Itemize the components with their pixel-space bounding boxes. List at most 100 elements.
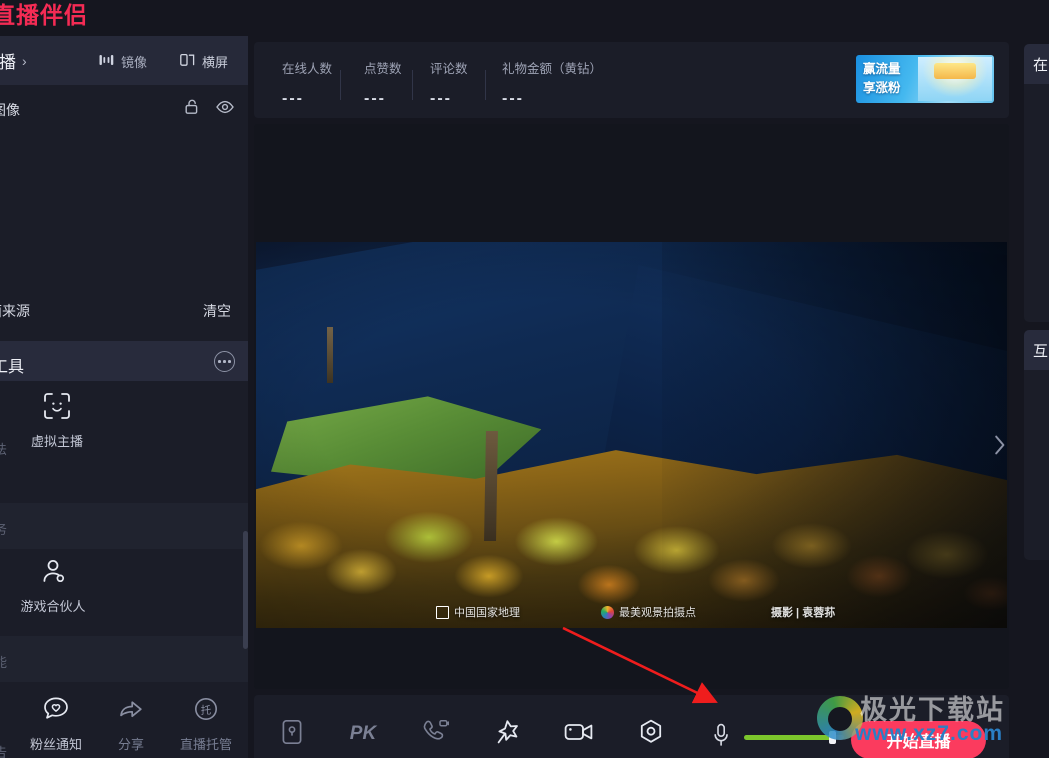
eye-icon[interactable] (216, 100, 234, 119)
toolbar-item-pk[interactable]: PK 连线对战 (330, 716, 396, 758)
promo-line-2: 享涨粉 (863, 81, 901, 95)
face-scan-icon (20, 391, 94, 421)
promo-text: 赢流量 享涨粉 (863, 60, 901, 98)
stat-value: --- (364, 90, 386, 107)
toolbar-item-settings[interactable]: 设置 (618, 716, 684, 758)
image-watermark-right: 摄影 | 袁蓉荪 (771, 604, 835, 620)
red-packet-icon (259, 716, 325, 748)
right-panel-tab-interaction[interactable]: 互 (1024, 330, 1049, 370)
svg-text:托: 托 (201, 703, 212, 716)
share-icon (94, 694, 168, 724)
right-panel-tab-online[interactable]: 在 (1024, 44, 1049, 84)
svg-text:PK: PK (350, 723, 378, 744)
more-dots-icon[interactable] (214, 351, 235, 372)
stat-divider (340, 70, 341, 100)
mirror-button[interactable]: 镜像 (99, 52, 147, 71)
unlock-icon[interactable] (184, 99, 199, 120)
image-layer-label: 图像 (0, 102, 20, 118)
mirror-icon (99, 53, 114, 70)
scene-source-label: 面来源 (0, 303, 30, 319)
gear-icon (618, 716, 684, 748)
phone-video-icon (402, 716, 468, 748)
live-scene-label-group[interactable]: 直播 › (0, 48, 27, 73)
stat-gift-amount: 礼物金额（黄钻） --- (502, 58, 602, 108)
image-layer-actions (184, 99, 234, 120)
right-panel: 在 互 (1011, 36, 1049, 758)
stat-value: --- (430, 90, 452, 107)
stat-divider (485, 70, 486, 100)
heart-chat-icon (19, 694, 93, 724)
left-panel-scrollbar[interactable] (243, 531, 248, 649)
stat-divider (412, 70, 413, 100)
toolbar-item-red-packet[interactable]: 红包 (259, 716, 325, 758)
tool-label: 粉丝通知 (29, 737, 82, 752)
image-watermark-left: 中国国家地理 (436, 604, 520, 620)
promo-art (918, 57, 992, 101)
person-icon (16, 556, 90, 586)
right-panel-tab-label: 互 (1033, 342, 1049, 360)
landscape-label: 横屏 (202, 55, 229, 70)
tools-grid-row-3: 告 粉丝通知 分享 托 直播托管 (0, 676, 248, 758)
tools-grid-row-2: 游戏合伙人 (0, 534, 248, 644)
tool-item-virtual-host[interactable]: 虚拟主播 (20, 391, 94, 450)
preview-canvas[interactable]: 中国国家地理 最美观景拍摄点 摄影 | 袁蓉荪 (254, 124, 1009, 689)
scene-source-row: 面来源 清空 (0, 285, 248, 335)
cng-logo-icon (436, 605, 449, 619)
tool-item-game-partner[interactable]: 游戏合伙人 (16, 556, 90, 615)
live-scene-row[interactable]: 直播 › 镜像 (0, 36, 248, 85)
scene-vignette (256, 242, 1007, 628)
left-panel: 直播 › 镜像 (0, 36, 248, 758)
microphone-icon[interactable] (712, 723, 730, 752)
microphone-slider-knob[interactable] (828, 730, 836, 744)
color-dot-icon (601, 605, 614, 619)
clipped-label-3: 能 (0, 655, 8, 670)
pk-icon: PK (330, 716, 396, 748)
stat-label: 在线人数 (282, 62, 333, 76)
tools-title: 工具 (0, 359, 25, 376)
image-watermark-center: 最美观景拍摄点 (601, 604, 696, 620)
main-area: 在线人数 --- 点赞数 --- 评论数 --- 礼物金额（黄钻） --- 赢流… (254, 36, 1009, 758)
live-scene-label: 直播 (0, 53, 16, 72)
sticker-icon (474, 716, 540, 748)
promo-banner[interactable]: 赢流量 享涨粉 (856, 55, 994, 103)
stat-comment-count: 评论数 --- (430, 58, 468, 108)
preview-video: 中国国家地理 最美观景拍摄点 摄影 | 袁蓉荪 (256, 242, 1007, 628)
tool-item-fan-notify[interactable]: 粉丝通知 (19, 694, 93, 753)
promo-line-1: 赢流量 (863, 62, 901, 76)
stat-label: 礼物金额（黄钻） (502, 62, 603, 76)
app-title: 直播伴侣 (0, 2, 88, 28)
clipped-label-1: 法 (0, 442, 8, 457)
image-watermark-center-text: 最美观景拍摄点 (619, 607, 696, 619)
mirror-label: 镜像 (121, 55, 148, 70)
scene-background (256, 242, 1007, 628)
right-panel-card-interaction: 互 (1024, 330, 1049, 560)
image-layer-row[interactable]: 图像 (0, 85, 248, 132)
tool-item-live-hosting[interactable]: 托 直播托管 (169, 694, 243, 753)
tool-label: 虚拟主播 (30, 434, 83, 449)
chevron-right-icon: › (22, 52, 27, 69)
microphone-volume-slider[interactable] (744, 730, 844, 744)
start-live-button[interactable]: 开始直播 (851, 721, 986, 758)
tools-grid-row-1: 虚拟主播 法 (0, 381, 248, 501)
toolbar-item-record[interactable]: 录制 (546, 716, 612, 758)
stat-value: --- (502, 90, 524, 107)
microphone-slider-fill (744, 734, 832, 740)
clear-button[interactable]: 清空 (203, 301, 231, 321)
clipped-label-4: 告 (0, 745, 8, 758)
audio-controls (712, 723, 844, 758)
image-watermark-left-text: 中国国家地理 (454, 607, 520, 619)
tool-label: 分享 (117, 737, 144, 752)
tools-section-header: 工具 (0, 341, 248, 381)
toolbar-item-decoration[interactable]: 装饰 (474, 716, 540, 758)
stat-value: --- (282, 90, 304, 107)
landscape-icon (180, 53, 195, 70)
right-panel-tab-label: 在 (1033, 56, 1049, 74)
tuo-circle-icon: 托 (169, 694, 243, 724)
stat-online-count: 在线人数 --- (282, 58, 332, 108)
toolbar-item-audience-mic[interactable]: 观众连麦 (402, 716, 468, 758)
app-window: 直播伴侣 直播 › 镜像 (0, 0, 1049, 758)
tool-item-share[interactable]: 分享 (94, 694, 168, 753)
stat-label: 评论数 (430, 62, 468, 76)
landscape-button[interactable]: 横屏 (180, 52, 228, 71)
preview-collapse-chevron-icon[interactable] (993, 434, 1007, 461)
